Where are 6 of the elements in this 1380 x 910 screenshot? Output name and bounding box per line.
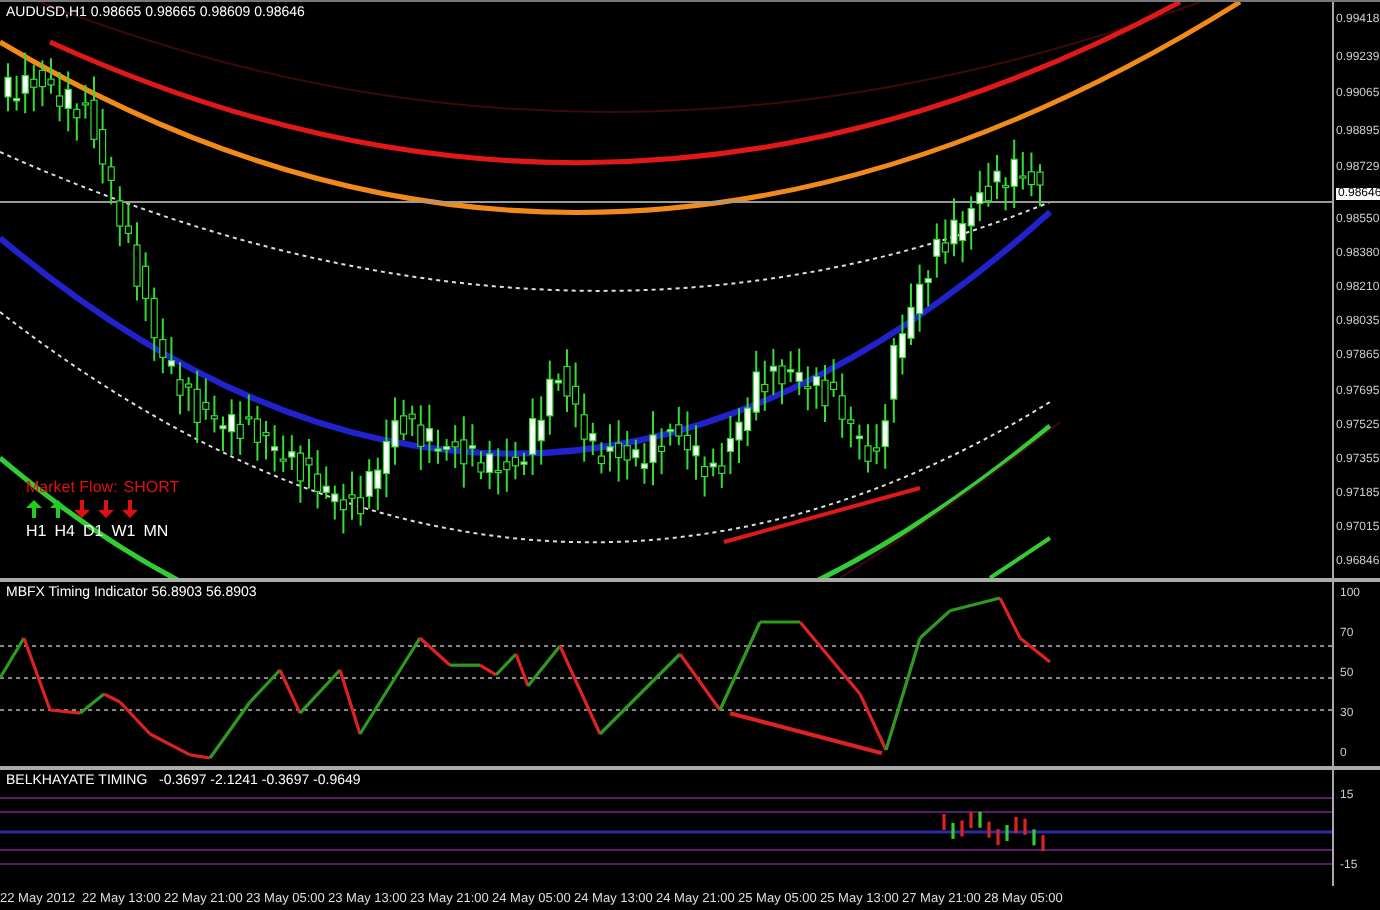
timeframe-label: H1 bbox=[26, 522, 47, 540]
timeframe-label: MN bbox=[143, 522, 169, 540]
timing-bars bbox=[942, 811, 1045, 852]
market-flow-signal: SHORT bbox=[123, 478, 180, 496]
timeframe-label: H4 bbox=[54, 522, 75, 540]
timeframe-label: W1 bbox=[111, 522, 136, 540]
